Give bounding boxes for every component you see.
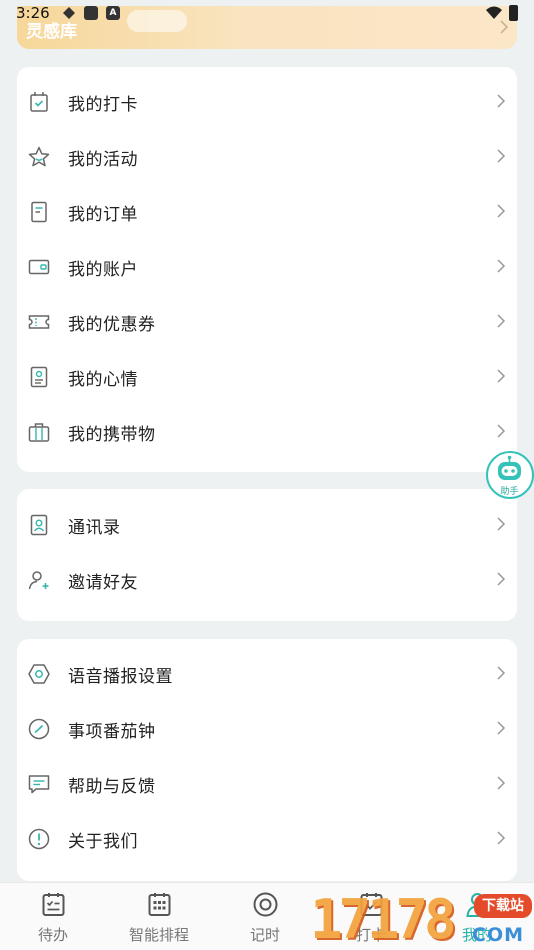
status-bar: 3:26 A (0, 0, 534, 26)
status-system-icons (485, 5, 518, 21)
invite-icon (28, 571, 49, 590)
menu-item-coupons[interactable]: 我的优惠券 (17, 293, 517, 348)
chevron-right-icon (497, 776, 506, 790)
menu-item-label: 我的订单 (68, 205, 138, 225)
watermark-top-text: 下载站 (474, 894, 532, 918)
mood-icon (30, 366, 48, 388)
menu-item-label: 关于我们 (68, 832, 138, 852)
site-watermark: 17178 下载站 COM (306, 884, 534, 950)
wifi-icon (486, 6, 502, 19)
section-social: 通讯录 邀请好友 (17, 489, 517, 621)
chevron-right-icon (497, 424, 506, 438)
menu-item-contacts[interactable]: 通讯录 (17, 496, 517, 551)
star-icon (28, 146, 50, 167)
menu-item-label: 邀请好友 (68, 573, 138, 593)
menu-item-about[interactable]: 关于我们 (17, 810, 517, 865)
battery-icon (509, 5, 518, 21)
menu-item-checkin[interactable]: 我的打卡 (17, 73, 517, 128)
calendar-icon (148, 893, 171, 916)
chevron-right-icon (497, 666, 506, 680)
status-time: 3:26 (16, 4, 50, 22)
assistant-label: 助手 (500, 487, 519, 497)
menu-item-orders[interactable]: 我的订单 (17, 183, 517, 238)
menu-item-luggage[interactable]: 我的携带物 (17, 403, 517, 458)
todo-icon (42, 893, 65, 916)
app-notification-icon (63, 7, 75, 19)
chevron-right-icon (497, 149, 506, 163)
chevron-right-icon (497, 369, 506, 383)
voice-settings-icon (28, 664, 50, 684)
chevron-right-icon (497, 831, 506, 845)
menu-item-label: 我的心情 (68, 370, 138, 390)
checkin-icon (30, 92, 48, 112)
menu-item-label: 语音播报设置 (68, 667, 173, 687)
menu-item-mood[interactable]: 我的心情 (17, 348, 517, 403)
menu-item-label: 我的活动 (68, 150, 138, 170)
notification-a-icon: A (106, 6, 120, 20)
tab-todo[interactable]: 待办 (0, 883, 106, 950)
coupon-icon (28, 315, 50, 329)
luggage-icon (28, 423, 50, 442)
assistant-button[interactable]: 助手 (486, 451, 534, 499)
tab-smart-schedule[interactable]: 智能排程 (106, 883, 212, 950)
feedback-icon (28, 775, 50, 794)
timer-icon (253, 892, 278, 917)
menu-item-label: 事项番茄钟 (68, 722, 156, 742)
menu-item-label: 我的携带物 (68, 425, 156, 445)
about-icon (28, 828, 50, 850)
menu-item-label: 帮助与反馈 (68, 777, 156, 797)
menu-item-label: 我的打卡 (68, 95, 138, 115)
chevron-right-icon (497, 314, 506, 328)
watermark-bottom-text: COM (472, 924, 525, 946)
section-settings: 语音播报设置 事项番茄钟 帮助与反馈 关于我们 (17, 639, 517, 881)
tab-label: 待办 (37, 926, 68, 944)
chevron-right-icon (497, 204, 506, 218)
robot-icon (498, 455, 521, 480)
chevron-right-icon (497, 517, 506, 531)
wallet-icon (28, 259, 50, 275)
menu-item-feedback[interactable]: 帮助与反馈 (17, 755, 517, 810)
contacts-icon (30, 514, 48, 536)
order-icon (31, 201, 47, 223)
menu-item-invite[interactable]: 邀请好友 (17, 551, 517, 606)
menu-item-account[interactable]: 我的账户 (17, 238, 517, 293)
menu-item-label: 我的优惠券 (68, 315, 156, 335)
menu-item-pomodoro[interactable]: 事项番茄钟 (17, 700, 517, 755)
watermark-digits: 17178 (310, 888, 457, 950)
chevron-right-icon (497, 259, 506, 273)
pomodoro-icon (28, 718, 50, 740)
menu-item-activities[interactable]: 我的活动 (17, 128, 517, 183)
menu-item-label: 我的账户 (68, 260, 138, 280)
tab-label: 记时 (249, 926, 280, 944)
chevron-right-icon (497, 572, 506, 586)
tab-timer[interactable]: 记时 (212, 883, 318, 950)
section-personal: 我的打卡 我的活动 我的订单 我的账户 我的优惠券 我的心情 我的携带物 (17, 67, 517, 472)
menu-item-voice-settings[interactable]: 语音播报设置 (17, 645, 517, 700)
notification-square-icon (84, 6, 98, 20)
tab-label: 智能排程 (128, 926, 189, 944)
status-notifications: A (62, 6, 120, 20)
chevron-right-icon (497, 721, 506, 735)
menu-item-label: 通讯录 (68, 518, 121, 538)
chevron-right-icon (497, 94, 506, 108)
